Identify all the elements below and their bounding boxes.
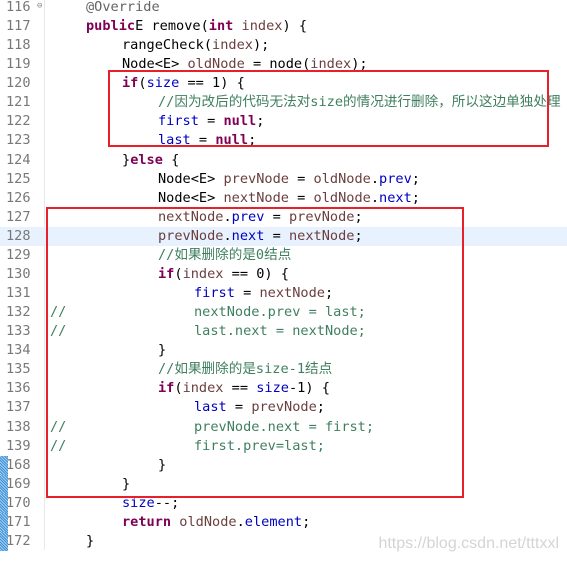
token: .: [370, 189, 380, 206]
line-number: 122: [6, 113, 31, 130]
line-number: 116: [6, 0, 31, 15]
code-line[interactable]: 118 rangeCheck(index);: [0, 36, 567, 55]
code-line[interactable]: 171 return oldNode.element;: [0, 512, 567, 532]
line-number: 130: [6, 265, 31, 282]
line-number: 170: [6, 494, 31, 511]
red-annotation-box-relink: [46, 207, 464, 498]
code-line[interactable]: 126 Node<E> nextNode = oldNode.next;: [0, 189, 567, 208]
token: .: [370, 170, 380, 187]
watermark: https://blog.csdn.net/tttxxl: [378, 535, 559, 552]
code-text: rangeCheck(index);: [122, 36, 269, 55]
code-text: }else {: [122, 151, 179, 170]
token: );: [252, 37, 270, 54]
line-number: 139: [6, 437, 31, 454]
code-text: publicE remove(int index) {: [86, 17, 307, 36]
token-kw: public: [86, 18, 136, 35]
token: ;: [411, 170, 420, 187]
line-number: 120: [6, 75, 31, 92]
token-local: oldNode: [313, 170, 371, 187]
code-editor[interactable]: 116 ⊖ @Override 117 publicE remove(int index…: [0, 0, 567, 563]
line-number: 136: [6, 380, 31, 397]
line-number: 137: [6, 399, 31, 416]
line-number: 133: [6, 323, 31, 340]
code-line[interactable]: 125 Node<E> prevNode = oldNode.prev;: [0, 170, 567, 189]
line-number: 117: [6, 18, 31, 35]
token: E remove(: [135, 18, 209, 35]
token: Node<E>: [158, 170, 224, 187]
token: }: [122, 151, 131, 168]
line-number: 126: [6, 189, 31, 206]
token-field: prev: [379, 170, 412, 187]
token: rangeCheck(: [122, 37, 213, 54]
line-number: 172: [6, 532, 31, 549]
code-line[interactable]: 116 ⊖ @Override: [0, 0, 567, 17]
line-number: 134: [6, 342, 31, 359]
code-line[interactable]: 124}else {: [0, 151, 567, 170]
code-text: }: [86, 532, 94, 551]
line-number: 171: [6, 513, 31, 530]
code-text: Node<E> prevNode = oldNode.prev;: [158, 170, 420, 189]
line-number: 119: [6, 56, 31, 73]
line-number: 169: [6, 475, 31, 492]
red-annotation-box-size-one: [108, 70, 549, 147]
line-number: 124: [6, 151, 31, 168]
line-number: 125: [6, 170, 31, 187]
token-kw: return: [122, 513, 172, 530]
line-number: 129: [6, 246, 31, 263]
token: ;: [302, 513, 311, 530]
line-number: 127: [6, 208, 31, 225]
line-number: 138: [6, 418, 31, 435]
token-local: index: [212, 37, 253, 54]
token: =: [288, 189, 314, 206]
code-text: @Override: [86, 0, 160, 17]
token-local: nextNode: [223, 189, 289, 206]
token-ann: @Override: [86, 0, 160, 15]
token-field: next: [379, 189, 412, 206]
line-number: 132: [6, 304, 31, 321]
line-number: 121: [6, 94, 31, 111]
line-number: 123: [6, 132, 31, 149]
token-local: oldNode: [179, 513, 237, 530]
code-line[interactable]: 117 publicE remove(int index) {: [0, 17, 567, 36]
token: =: [288, 170, 314, 187]
code-text: Node<E> nextNode = oldNode.next;: [158, 189, 420, 208]
code-text: return oldNode.element;: [122, 513, 310, 532]
fold-collapse-icon[interactable]: ⊖: [37, 2, 42, 11]
token-local: index: [241, 18, 283, 35]
token: {: [162, 151, 180, 168]
token: ) {: [282, 18, 308, 35]
token-kw: else: [130, 151, 163, 168]
token: .: [236, 513, 245, 530]
token: Node<E>: [158, 189, 224, 206]
token-local: oldNode: [313, 189, 371, 206]
line-number: 131: [6, 285, 31, 302]
line-number: 135: [6, 361, 31, 378]
line-number: 128: [6, 227, 31, 244]
token-field: element: [244, 513, 303, 530]
line-number: 118: [6, 37, 31, 54]
token: ;: [411, 189, 420, 206]
line-number: 168: [6, 456, 31, 473]
token-local: prevNode: [223, 170, 289, 187]
token-kw: int: [208, 18, 234, 35]
token: }: [86, 532, 95, 549]
